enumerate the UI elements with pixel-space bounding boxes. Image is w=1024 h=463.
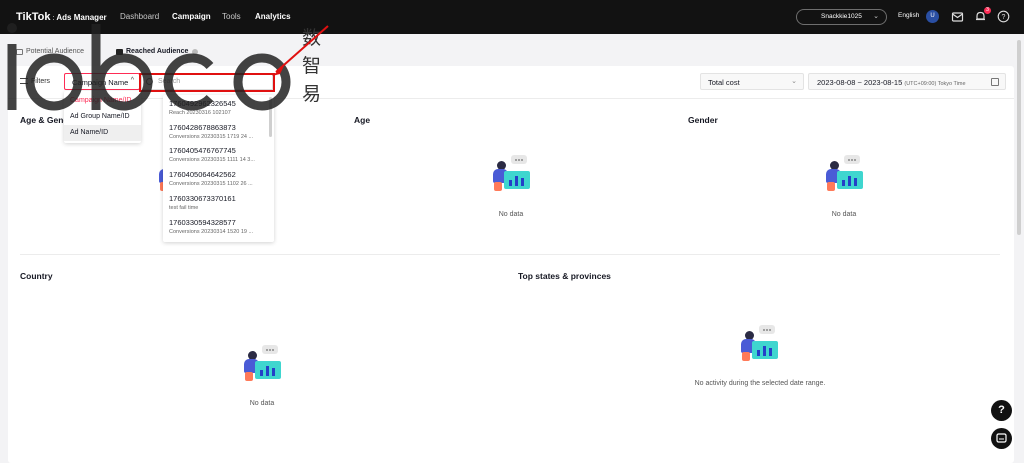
empty-state-text-age: No data: [498, 211, 524, 218]
section-title-country: Country: [20, 271, 53, 281]
calendar-icon: [991, 78, 999, 86]
nav-dashboard[interactable]: Dashboard: [120, 12, 159, 21]
dimension-select[interactable]: Campaign Name ^: [64, 73, 140, 90]
list-item[interactable]: 1760405476767745 Conversions 20230315 11…: [169, 146, 269, 163]
brand-name: TikTok: [16, 11, 51, 23]
timezone-label: (UTC+09:00) Tokyo Time: [904, 81, 966, 87]
tab-reached-audience[interactable]: Reached Audience: [116, 48, 199, 55]
nav-tools[interactable]: Tools: [222, 12, 241, 21]
empty-state-text-gender: No data: [831, 211, 857, 218]
empty-state-illustration: [490, 155, 534, 195]
chat-float-button[interactable]: [991, 428, 1012, 449]
campaign-name: Conversions 20230315 1111 14 3...: [169, 157, 255, 163]
campaign-id: 1760492962326545: [169, 99, 236, 108]
top-navigation-bar: TikTok : Ads Manager Dashboard Campaign …: [0, 0, 1024, 34]
dimension-option-ad[interactable]: Ad Name/ID: [64, 125, 141, 141]
info-icon[interactable]: [192, 48, 199, 55]
filters-button[interactable]: Filters: [20, 74, 50, 88]
empty-state-illustration: [738, 325, 782, 365]
filters-label: Filters: [31, 77, 51, 85]
empty-state-illustration: [823, 155, 867, 195]
campaign-id: 1760405476767745: [169, 146, 236, 155]
empty-state-illustration: [241, 345, 285, 385]
tab-label: Reached Audience: [126, 48, 189, 55]
empty-state-text-country: No data: [249, 400, 275, 407]
nav-campaign[interactable]: Campaign: [172, 12, 211, 21]
campaign-name: Conversions 20230315 1102 26 ...: [169, 181, 253, 187]
annotation-highlight-box: [139, 73, 275, 92]
metric-selected-value: Total cost: [708, 78, 740, 87]
chevron-up-icon: ^: [130, 77, 134, 84]
campaign-name: Conversions 20230314 1520 19 ...: [169, 229, 254, 235]
campaign-id: 1760405064642562: [169, 170, 236, 179]
tab-potential-audience[interactable]: Potential Audience: [16, 48, 84, 55]
nav-analytics[interactable]: Analytics: [255, 12, 291, 21]
section-title-gender: Gender: [688, 115, 718, 125]
help-icon[interactable]: ?: [997, 10, 1010, 23]
filter-icon: [20, 78, 28, 84]
campaign-id: 1760330594328577: [169, 218, 236, 227]
brand-logo[interactable]: TikTok : Ads Manager: [16, 11, 107, 23]
avatar[interactable]: U: [926, 10, 939, 23]
date-range-value: 2023-08-08 ~ 2023-08-15: [817, 78, 903, 87]
results-scrollbar[interactable]: [269, 97, 272, 137]
account-name: Snackkie1025: [821, 13, 862, 20]
brand-product: Ads Manager: [56, 13, 107, 22]
list-item[interactable]: 1760492962326545 Reach 20230316 102107: [169, 99, 269, 116]
list-item[interactable]: 1760428678863873 Conversions 20230315 17…: [169, 123, 269, 140]
language-selector[interactable]: English: [898, 12, 919, 19]
svg-text:?: ?: [1002, 14, 1006, 21]
section-divider: [20, 254, 1000, 255]
date-range-picker[interactable]: 2023-08-08 ~ 2023-08-15 (UTC+09:00) Toky…: [808, 73, 1006, 90]
toolbar-divider: [8, 98, 1014, 99]
chevron-down-icon: ⌄: [873, 13, 879, 20]
campaign-name: Conversions 20230315 1719 24 ...: [169, 134, 254, 140]
campaign-id: 1760428678863873: [169, 123, 236, 132]
list-item[interactable]: 1760405064642562 Conversions 20230315 11…: [169, 170, 269, 187]
analytics-panel: [8, 66, 1014, 463]
dimension-dropdown: Campaign Name/ID Ad Group Name/ID Ad Nam…: [64, 91, 141, 143]
dimension-option-campaign[interactable]: Campaign Name/ID: [64, 93, 141, 109]
account-selector[interactable]: Snackkie1025 ⌄: [796, 9, 887, 25]
list-item[interactable]: 1760330594328577 Conversions 20230314 15…: [169, 218, 269, 235]
mail-icon[interactable]: [951, 10, 964, 23]
audience-icon: [116, 48, 123, 55]
list-item[interactable]: 1760330673370161 test fail time: [169, 194, 269, 211]
help-float-button[interactable]: ?: [991, 400, 1012, 421]
section-title-age: Age: [354, 115, 371, 125]
page-scrollbar[interactable]: [1017, 40, 1021, 235]
metric-select[interactable]: Total cost ⌄: [700, 73, 804, 90]
campaign-name: Reach 20230316 102107: [169, 110, 231, 116]
search-results-dropdown: 1760492962326545 Reach 20230316 102107 1…: [163, 95, 274, 242]
section-title-states: Top states & provinces: [518, 271, 611, 281]
campaign-name: test fail time: [169, 205, 199, 211]
audience-icon: [16, 48, 23, 55]
chevron-down-icon: ⌄: [791, 78, 797, 85]
empty-state-text-states: No activity during the selected date ran…: [694, 380, 826, 387]
campaign-id: 1760330673370161: [169, 194, 236, 203]
dimension-selected-value: Campaign Name: [72, 78, 129, 87]
dimension-option-adgroup[interactable]: Ad Group Name/ID: [64, 109, 141, 125]
brand-separator: :: [52, 15, 55, 22]
tab-label: Potential Audience: [26, 48, 84, 55]
chat-icon: [996, 433, 1007, 443]
notification-badge: 3: [984, 7, 991, 14]
